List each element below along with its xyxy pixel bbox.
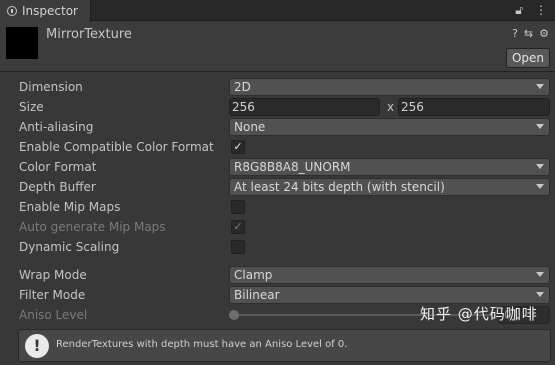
info-icon [7,6,17,16]
help-box: ! RenderTextures with depth must have an… [18,329,551,362]
dimension-row: Dimension 2D [0,77,555,97]
open-button[interactable]: Open [506,48,550,68]
texture-thumbnail [6,27,38,59]
dimension-dropdown[interactable]: 2D [229,78,550,96]
watermark: 知乎 @代码咖啡 [420,305,538,323]
auto-mip-row: Auto generate Mip Maps ✓ [0,217,555,237]
wrap-mode-row: Wrap Mode Clamp [0,265,555,285]
anti-aliasing-row: Anti-aliasing None [0,117,555,137]
wrap-mode-label: Wrap Mode [19,268,87,282]
chevron-down-icon [536,84,544,89]
enable-mip-label: Enable Mip Maps [19,200,121,214]
filter-mode-dropdown[interactable]: Bilinear [229,286,550,304]
size-width-input[interactable]: 256 [229,98,380,116]
anti-aliasing-label: Anti-aliasing [19,120,94,134]
chevron-down-icon [536,184,544,189]
depth-buffer-dropdown[interactable]: At least 24 bits depth (with stencil) [229,178,550,196]
tab-controls: 🔓︎ ⋮ [515,3,547,18]
chevron-down-icon [536,292,544,297]
color-format-row: Color Format R8G8B8A8_UNORM [0,157,555,177]
enable-compat-row: Enable Compatible Color Format ✓ [0,137,555,157]
dynamic-scaling-checkbox[interactable] [231,240,245,254]
dimension-value: 2D [234,80,251,94]
filter-mode-value: Bilinear [234,288,280,302]
anti-aliasing-dropdown[interactable]: None [229,118,550,136]
tab-label: Inspector [22,4,78,18]
size-height-input[interactable]: 256 [398,98,550,116]
aniso-level-label: Aniso Level [19,308,88,322]
dimension-label: Dimension [19,80,83,94]
color-format-dropdown[interactable]: R8G8B8A8_UNORM [229,158,550,176]
wrap-mode-dropdown[interactable]: Clamp [229,266,550,284]
enable-compat-checkbox[interactable]: ✓ [231,140,245,154]
size-x-label: x [387,100,395,114]
tab-bar: Inspector 🔓︎ ⋮ [0,0,555,22]
chevron-down-icon [536,124,544,129]
asset-name: MirrorTexture [46,27,132,42]
dynamic-scaling-label: Dynamic Scaling [19,240,120,254]
dynamic-scaling-row: Dynamic Scaling [0,237,555,257]
enable-mip-checkbox[interactable] [231,200,245,214]
filter-mode-label: Filter Mode [19,288,86,302]
enable-mip-row: Enable Mip Maps [0,197,555,217]
color-format-label: Color Format [19,160,97,174]
chevron-down-icon [536,164,544,169]
lock-icon[interactable]: 🔓︎ [515,3,523,18]
settings-icon[interactable]: ⚙ [539,27,549,40]
help-message: RenderTextures with depth must have an A… [56,339,348,350]
size-row: Size 256 x 256 [0,97,555,117]
aniso-slider-handle [229,310,239,320]
tab-inspector[interactable]: Inspector [0,0,91,22]
filter-mode-row: Filter Mode Bilinear [0,285,555,305]
help-icon[interactable]: ? [512,27,518,40]
auto-mip-label: Auto generate Mip Maps [19,220,166,234]
asset-header: MirrorTexture ? ⇆ ⚙ Open [0,22,555,72]
presets-icon[interactable]: ⇆ [524,27,533,40]
header-icons: ? ⇆ ⚙ [512,27,549,40]
depth-buffer-value: At least 24 bits depth (with stencil) [234,180,445,194]
enable-compat-label: Enable Compatible Color Format [19,140,214,154]
chevron-down-icon [536,272,544,277]
auto-mip-checkbox: ✓ [231,220,245,234]
wrap-mode-value: Clamp [234,268,273,282]
anti-aliasing-value: None [234,120,266,134]
warning-icon: ! [25,334,49,358]
depth-buffer-label: Depth Buffer [19,180,96,194]
depth-buffer-row: Depth Buffer At least 24 bits depth (wit… [0,177,555,197]
size-label: Size [19,100,44,114]
color-format-value: R8G8B8A8_UNORM [234,160,351,174]
menu-icon[interactable]: ⋮ [535,3,547,18]
